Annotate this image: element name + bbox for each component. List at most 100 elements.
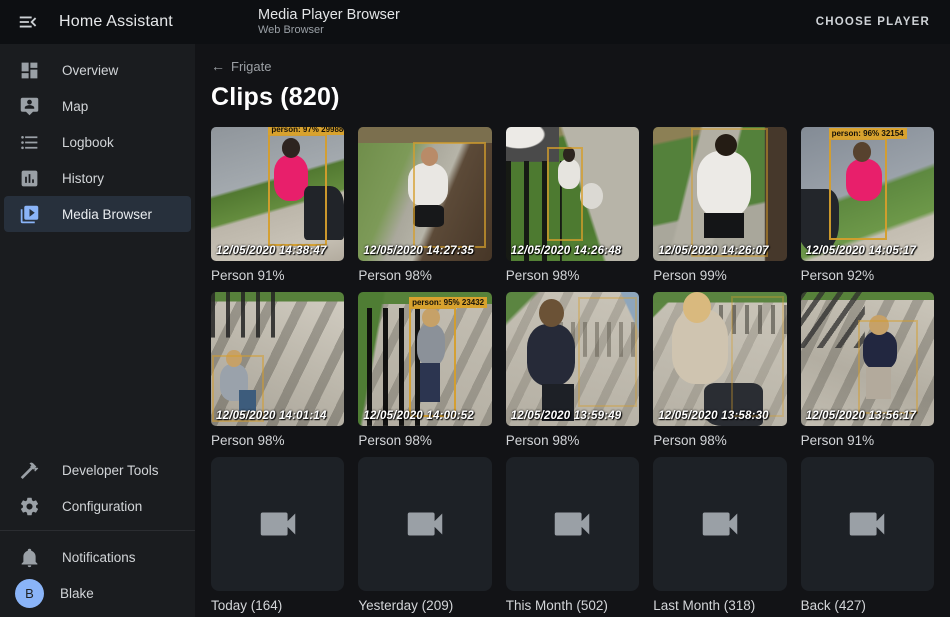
- sidebar-item-label: Configuration: [62, 499, 142, 514]
- clip-timestamp: 12/05/2020 14:05:17: [806, 245, 917, 257]
- clip-timestamp: 12/05/2020 14:38:47: [216, 245, 327, 257]
- video-camera-icon: [844, 501, 890, 547]
- clip-thumbnail: 12/05/2020 14:26:07: [653, 127, 786, 261]
- detection-label: person: 96% 32154: [829, 128, 907, 139]
- detection-bbox: [547, 147, 583, 241]
- sidebar-item-developer-tools[interactable]: Developer Tools: [4, 452, 191, 488]
- clip-timestamp: 12/05/2020 14:27:35: [363, 245, 474, 257]
- folder-thumbnail: [358, 457, 491, 591]
- back-arrow-icon: ←: [211, 58, 225, 74]
- format-list-bulleted-icon: [17, 130, 41, 154]
- sidebar-item-label: Notifications: [62, 550, 136, 565]
- clip-caption: Person 98%: [506, 433, 639, 448]
- sidebar-item-overview[interactable]: Overview: [4, 52, 191, 88]
- detection-bbox: person: 97% 29988: [268, 134, 327, 247]
- clip-item[interactable]: person: 96% 32154 12/05/2020 14:05:17 Pe…: [801, 127, 934, 283]
- media-browser-content: ← Frigate Clips (820) person: 97% 29988 …: [195, 44, 950, 617]
- clip-timestamp: 12/05/2020 14:01:14: [216, 410, 327, 422]
- video-camera-icon: [255, 501, 301, 547]
- clip-thumbnail: person: 96% 32154 12/05/2020 14:05:17: [801, 127, 934, 261]
- clip-item[interactable]: person: 95% 23432 12/05/2020 14:00:52 Pe…: [358, 292, 491, 448]
- clip-caption: Person 91%: [211, 268, 344, 283]
- sidebar-item-map[interactable]: Map: [4, 88, 191, 124]
- clip-timestamp: 12/05/2020 13:58:30: [658, 410, 769, 422]
- page-title-block: Media Player Browser Web Browser: [258, 6, 400, 38]
- user-name: Blake: [60, 586, 94, 601]
- play-box-multiple-icon: [17, 202, 41, 226]
- clip-timestamp: 12/05/2020 13:59:49: [511, 410, 622, 422]
- detection-bbox: [858, 320, 918, 414]
- clip-caption: Person 99%: [653, 268, 786, 283]
- sidebar-item-label: Media Browser: [62, 207, 152, 222]
- clip-timestamp: 12/05/2020 14:00:52: [363, 410, 474, 422]
- clip-caption: Person 98%: [506, 268, 639, 283]
- clip-caption: Person 98%: [358, 433, 491, 448]
- sidebar-item-label: History: [62, 171, 104, 186]
- breadcrumb-back[interactable]: ← Frigate: [211, 58, 271, 74]
- detection-bbox: [691, 128, 768, 257]
- folder-caption: Back (427): [801, 598, 934, 613]
- clip-caption: Person 98%: [358, 268, 491, 283]
- folder-thumbnail: [211, 457, 344, 591]
- video-camera-icon: [402, 501, 448, 547]
- clip-item[interactable]: 12/05/2020 13:56:17 Person 91%: [801, 292, 934, 448]
- sidebar-item-label: Logbook: [62, 135, 114, 150]
- chart-box-icon: [17, 166, 41, 190]
- folder-caption: Today (164): [211, 598, 344, 613]
- tooltip-account-icon: [17, 94, 41, 118]
- folder-item[interactable]: Back (427): [801, 457, 934, 613]
- sidebar-item-label: Map: [62, 99, 88, 114]
- app-title: Home Assistant: [59, 13, 173, 31]
- folder-item[interactable]: Yesterday (209): [358, 457, 491, 613]
- folder-thumbnail: [653, 457, 786, 591]
- folder-item[interactable]: Last Month (318): [653, 457, 786, 613]
- view-dashboard-icon: [17, 58, 41, 82]
- choose-player-button[interactable]: CHOOSE PLAYER: [812, 10, 934, 34]
- clip-thumbnail: person: 95% 23432 12/05/2020 14:00:52: [358, 292, 491, 426]
- folder-item[interactable]: Today (164): [211, 457, 344, 613]
- clip-item[interactable]: 12/05/2020 14:26:07 Person 99%: [653, 127, 786, 283]
- page-title: Media Player Browser: [258, 6, 400, 24]
- bell-icon: [17, 545, 41, 569]
- folder-thumbnail: [801, 457, 934, 591]
- clip-thumbnail: 12/05/2020 14:01:14: [211, 292, 344, 426]
- detection-bbox: [578, 297, 637, 407]
- clip-item[interactable]: person: 97% 29988 12/05/2020 14:38:47 Pe…: [211, 127, 344, 283]
- sidebar-item-history[interactable]: History: [4, 160, 191, 196]
- breadcrumb-label: Frigate: [231, 59, 271, 74]
- clip-thumbnail: 12/05/2020 14:26:48: [506, 127, 639, 261]
- sidebar-item-logbook[interactable]: Logbook: [4, 124, 191, 160]
- clip-thumbnail: 12/05/2020 13:58:30: [653, 292, 786, 426]
- sidebar-item-media-browser[interactable]: Media Browser: [4, 196, 191, 232]
- sidebar-item-notifications[interactable]: Notifications: [4, 539, 191, 575]
- menu-open-icon: [17, 11, 39, 33]
- hammer-icon: [17, 458, 41, 482]
- page-heading: Clips (820): [211, 83, 934, 112]
- clip-caption: Person 91%: [801, 433, 934, 448]
- sidebar-item-user[interactable]: B Blake: [4, 575, 191, 611]
- folder-item[interactable]: This Month (502): [506, 457, 639, 613]
- detection-bbox: [731, 296, 784, 417]
- clip-caption: Person 98%: [211, 433, 344, 448]
- clip-item[interactable]: 12/05/2020 14:01:14 Person 98%: [211, 292, 344, 448]
- clip-thumbnail: 12/05/2020 13:59:49: [506, 292, 639, 426]
- menu-open-button[interactable]: [16, 10, 40, 34]
- clip-item[interactable]: 12/05/2020 14:26:48 Person 98%: [506, 127, 639, 283]
- clip-item[interactable]: 12/05/2020 14:27:35 Person 98%: [358, 127, 491, 283]
- folder-caption: Yesterday (209): [358, 598, 491, 613]
- app-header: Home Assistant Media Player Browser Web …: [0, 0, 950, 44]
- detection-bbox: [413, 142, 486, 248]
- video-camera-icon: [549, 501, 595, 547]
- clips-grid: person: 97% 29988 12/05/2020 14:38:47 Pe…: [211, 127, 934, 613]
- clip-item[interactable]: 12/05/2020 13:58:30 Person 98%: [653, 292, 786, 448]
- clip-caption: Person 92%: [801, 268, 934, 283]
- clip-thumbnail: 12/05/2020 14:27:35: [358, 127, 491, 261]
- sidebar-item-label: Overview: [62, 63, 118, 78]
- clip-item[interactable]: 12/05/2020 13:59:49 Person 98%: [506, 292, 639, 448]
- avatar: B: [15, 579, 44, 608]
- folder-thumbnail: [506, 457, 639, 591]
- sidebar-item-configuration[interactable]: Configuration: [4, 488, 191, 524]
- clip-caption: Person 98%: [653, 433, 786, 448]
- gear-icon: [17, 494, 41, 518]
- detection-label: person: 97% 29988: [268, 127, 344, 135]
